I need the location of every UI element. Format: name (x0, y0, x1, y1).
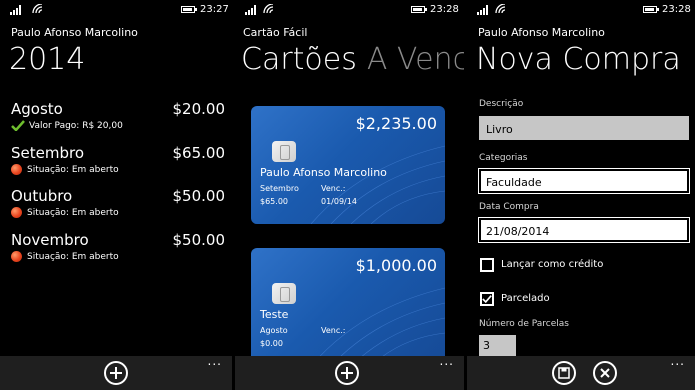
card-balance: $1,000.00 (355, 256, 437, 275)
card-due-label: Venc.: (321, 184, 346, 193)
descricao-field[interactable]: Livro (479, 116, 689, 140)
parcelado-label: Parcelado (501, 293, 550, 304)
categorias-label: Categorias (479, 153, 528, 163)
status-bar: 23:28 (467, 0, 695, 20)
card-month-label: Setembro (260, 184, 299, 193)
month-status: Valor Pago: R$ 20,00 (11, 120, 123, 131)
check-icon (11, 120, 25, 131)
checkmark-icon (482, 295, 492, 304)
add-icon (110, 367, 122, 379)
signal-icon (10, 5, 21, 15)
open-status-icon (11, 251, 22, 262)
screen-monthly-summary: 23:27 Paulo Afonso Marcolino 2014 Agosto… (0, 0, 232, 390)
month-status: Situação: Em aberto (11, 164, 119, 175)
screen-new-purchase: 23:28 Paulo Afonso Marcolino Nova Compra… (467, 0, 695, 390)
app-bar: ... (0, 355, 232, 390)
clock: 23:28 (662, 4, 691, 15)
descricao-label: Descrição (479, 99, 524, 109)
open-status-icon (11, 207, 22, 218)
month-status: Situação: Em aberto (11, 251, 119, 262)
more-button[interactable]: ... (208, 355, 222, 367)
more-button[interactable]: ... (440, 355, 454, 367)
data-compra-label: Data Compra (479, 202, 539, 212)
card-month-label: Agosto (260, 326, 288, 335)
battery-icon (643, 6, 659, 13)
status-text: Valor Pago: R$ 20,00 (29, 120, 123, 131)
card-balance: $2,235.00 (355, 114, 437, 133)
page-title: 2014 (9, 42, 86, 77)
month-name: Setembro (11, 144, 85, 162)
month-status: Situação: Em aberto (11, 207, 119, 218)
month-amount: $20.00 (172, 100, 226, 118)
card-chip-icon (272, 141, 296, 162)
credit-card[interactable]: $1,000.00 Teste Agosto $0.00 Venc.: (251, 248, 445, 366)
wifi-icon (263, 4, 274, 14)
data-compra-picker[interactable]: 21/08/2014 (478, 217, 690, 243)
month-amount: $50.00 (172, 187, 226, 205)
month-name: Agosto (11, 100, 63, 118)
credito-checkbox[interactable] (480, 258, 494, 272)
app-title: Paulo Afonso Marcolino (11, 26, 138, 39)
add-icon (341, 367, 353, 379)
add-button[interactable] (335, 361, 359, 385)
save-button[interactable] (552, 361, 576, 385)
card-month-value: $65.00 (260, 197, 288, 206)
more-button[interactable]: ... (671, 355, 685, 367)
status-text: Situação: Em aberto (27, 207, 119, 218)
card-chip-icon (272, 283, 296, 304)
app-bar: ... (467, 355, 695, 390)
card-due-label: Venc.: (321, 326, 346, 335)
app-title: Paulo Afonso Marcolino (478, 26, 605, 39)
status-text: Situação: Em aberto (27, 251, 119, 262)
card-month-value: $0.00 (260, 339, 283, 348)
month-amount: $65.00 (172, 144, 226, 162)
parcelado-checkbox[interactable] (480, 292, 494, 306)
clock: 23:27 (200, 4, 229, 15)
pivot-tab-cartoes[interactable]: Cartões (241, 42, 357, 77)
pivot-header: Cartões A Venc (241, 42, 464, 77)
wifi-icon (495, 4, 506, 14)
status-bar: 23:28 (235, 0, 464, 20)
pivot-tab-a-vencer[interactable]: A Venc (367, 42, 464, 77)
screen-cards: 23:28 Cartão Fácil Cartões A Venc $2,235.… (235, 0, 464, 390)
battery-icon (181, 6, 197, 13)
signal-icon (245, 5, 256, 15)
parcelas-label: Número de Parcelas (479, 319, 569, 329)
credito-label: Lançar como crédito (501, 259, 604, 270)
open-status-icon (11, 164, 22, 175)
battery-icon (411, 6, 427, 13)
credit-card[interactable]: $2,235.00 Paulo Afonso Marcolino Setembr… (251, 106, 445, 224)
card-holder: Teste (260, 308, 289, 321)
month-amount: $50.00 (172, 231, 226, 249)
status-bar: 23:27 (0, 0, 232, 20)
app-bar: ... (235, 355, 464, 390)
app-title: Cartão Fácil (243, 26, 308, 39)
parcelas-field[interactable]: 3 (479, 335, 516, 357)
cancel-button[interactable] (593, 361, 617, 385)
card-holder: Paulo Afonso Marcolino (260, 166, 387, 179)
clock: 23:28 (430, 4, 459, 15)
page-title: Nova Compra (476, 42, 681, 77)
card-due-value: 01/09/14 (321, 197, 357, 206)
save-icon (558, 367, 570, 379)
add-button[interactable] (104, 361, 128, 385)
month-name: Novembro (11, 231, 89, 249)
status-text: Situação: Em aberto (27, 164, 119, 175)
signal-icon (477, 5, 488, 15)
categorias-select[interactable]: Faculdade (478, 168, 690, 194)
wifi-icon (32, 4, 43, 14)
cancel-icon (600, 368, 610, 378)
month-name: Outubro (11, 187, 73, 205)
